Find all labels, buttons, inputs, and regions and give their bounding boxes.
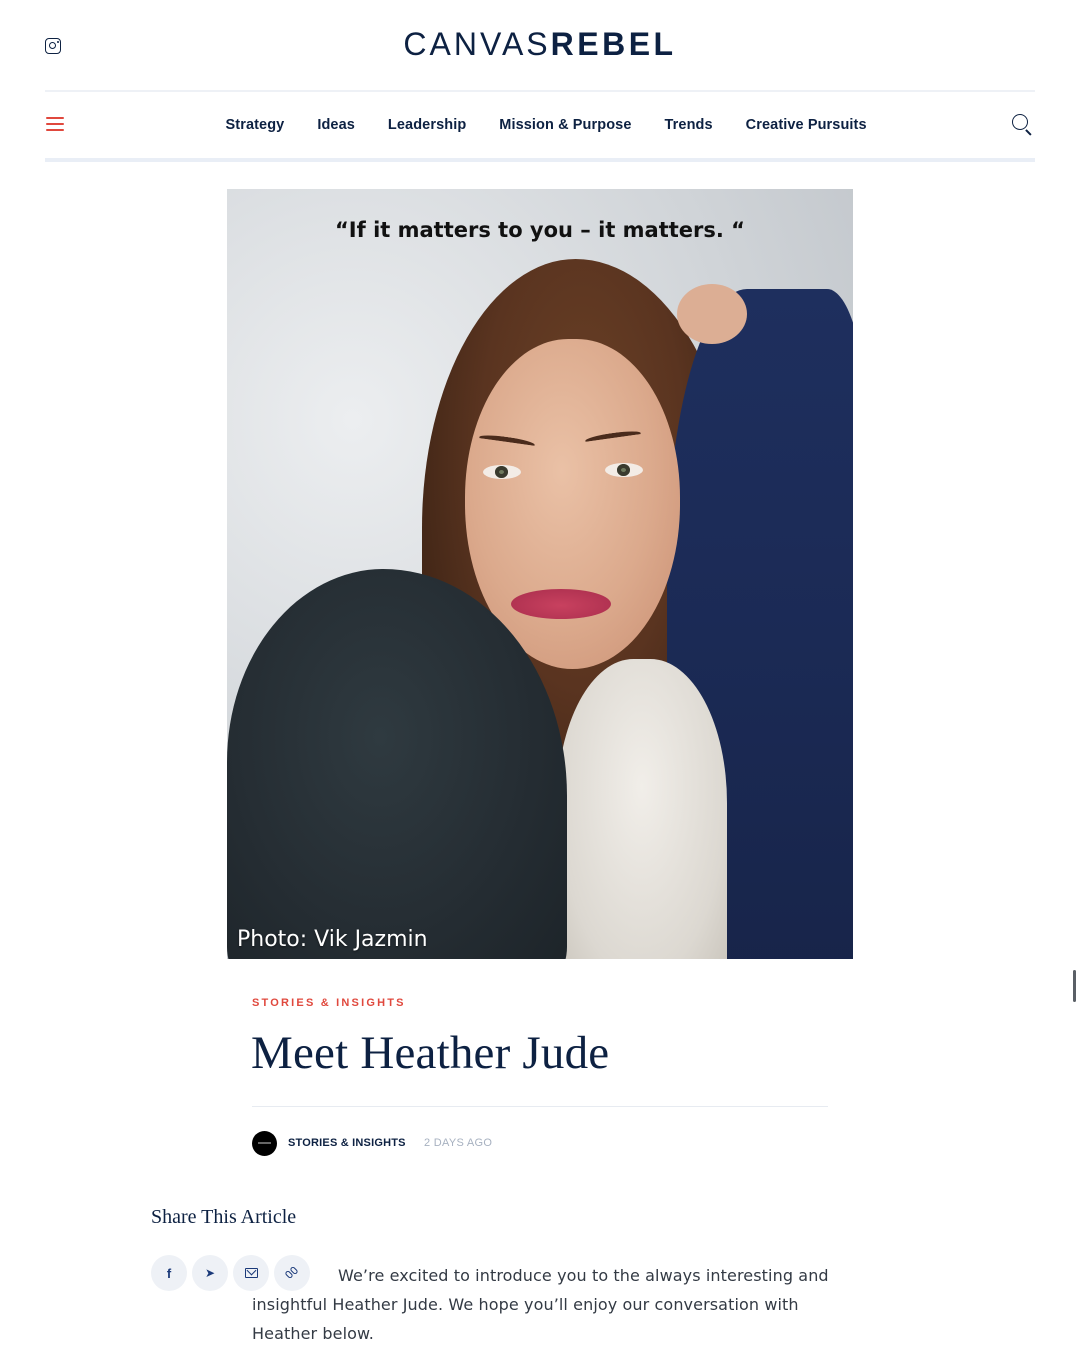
- hero-quote: “If it matters to you – it matters. “: [335, 218, 745, 242]
- main-nav: Strategy Ideas Leadership Mission & Purp…: [0, 92, 1080, 158]
- twitter-icon: ➤: [204, 1266, 216, 1280]
- post-time: 2 DAYS AGO: [424, 1137, 493, 1149]
- nav-divider: [45, 158, 1035, 162]
- hero-photo: “If it matters to you – it matters. “ Ph…: [227, 189, 853, 959]
- logo-bold-text: REBEL: [550, 26, 677, 62]
- share-twitter-button[interactable]: ➤: [192, 1255, 228, 1291]
- title-divider: [252, 1106, 828, 1107]
- nav-links: Strategy Ideas Leadership Mission & Purp…: [209, 92, 883, 158]
- search-icon[interactable]: [1012, 114, 1032, 136]
- nav-link-trends[interactable]: Trends: [648, 117, 729, 133]
- article-category[interactable]: STORIES & INSIGHTS: [252, 997, 406, 1009]
- facebook-icon: f: [166, 1265, 172, 1281]
- article-title: Meet Heather Jude: [251, 1027, 610, 1079]
- site-logo[interactable]: CANVASREBEL: [0, 26, 1080, 63]
- logo-light-text: CANVAS: [403, 26, 551, 62]
- article-intro: We’re excited to introduce you to the al…: [252, 1266, 829, 1343]
- hamburger-icon[interactable]: [46, 117, 64, 131]
- top-bar: CANVASREBEL: [0, 0, 1080, 90]
- nav-link-leadership[interactable]: Leadership: [371, 117, 482, 133]
- nav-link-creative-pursuits[interactable]: Creative Pursuits: [729, 117, 883, 133]
- author-label[interactable]: STORIES & INSIGHTS: [288, 1137, 406, 1149]
- nav-link-ideas[interactable]: Ideas: [301, 117, 372, 133]
- share-facebook-button[interactable]: f: [151, 1255, 187, 1291]
- photo-credit: Photo: Vik Jazmin: [237, 927, 428, 952]
- scrollbar[interactable]: [1073, 970, 1076, 1002]
- author-avatar[interactable]: [252, 1131, 277, 1156]
- nav-link-strategy[interactable]: Strategy: [209, 117, 301, 133]
- share-title: Share This Article: [151, 1206, 297, 1228]
- nav-link-mission-purpose[interactable]: Mission & Purpose: [483, 117, 648, 133]
